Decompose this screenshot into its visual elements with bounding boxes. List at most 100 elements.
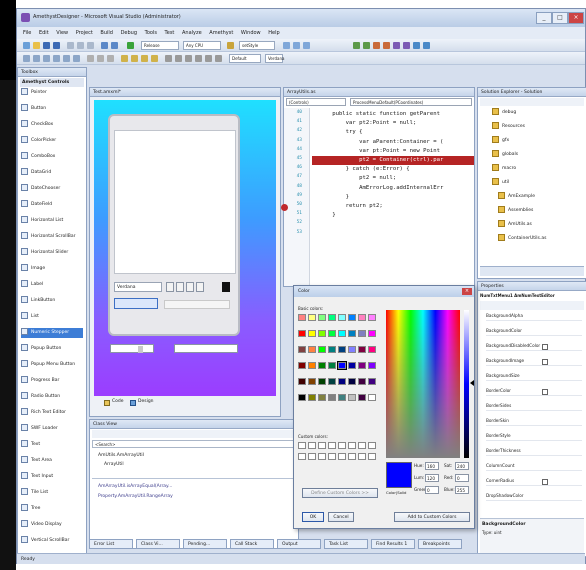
menu-test[interactable]: Test [165, 27, 175, 39]
basic-color-swatch[interactable] [358, 346, 366, 353]
define-custom-colors-button[interactable]: Define Custom Colors >> [302, 488, 378, 498]
toolbox-item[interactable]: DateField [21, 200, 83, 210]
basic-color-swatch[interactable] [328, 394, 336, 401]
toolbox-item[interactable]: Text Area [21, 456, 83, 466]
menu-analyze[interactable]: Analyze [182, 27, 202, 39]
menu-file[interactable]: File [23, 27, 31, 39]
property-row[interactable]: BackgroundDisabledColor [486, 342, 582, 352]
solution-tree-item[interactable]: debug [492, 108, 516, 118]
basic-color-swatch[interactable] [348, 362, 356, 369]
design-view-label[interactable]: Design [138, 399, 154, 404]
luminance-pointer-icon[interactable] [470, 380, 474, 386]
cancel-button[interactable]: Cancel [328, 512, 354, 522]
custom-color-swatch[interactable] [308, 453, 316, 460]
custom-color-swatch[interactable] [328, 453, 336, 460]
basic-color-swatch[interactable] [298, 394, 306, 401]
basic-color-swatch[interactable] [308, 330, 316, 337]
menu-help[interactable]: Help [268, 27, 279, 39]
property-checkbox[interactable] [542, 359, 548, 365]
close-button[interactable]: × [568, 12, 584, 24]
align-top-icon[interactable] [53, 55, 60, 62]
color-field-input[interactable]: 160 [425, 462, 439, 470]
basic-color-swatch[interactable] [328, 330, 336, 337]
solution-tree-item[interactable]: AmExample [498, 192, 535, 202]
toolbar-icon[interactable] [283, 42, 290, 49]
style-select[interactable]: Default [229, 54, 261, 63]
property-row[interactable]: DropShadowColor [486, 492, 582, 502]
start-debug-icon[interactable] [127, 42, 134, 49]
configuration-select[interactable]: Release [141, 41, 179, 50]
design-surface[interactable]: Verdana [94, 100, 276, 396]
basic-color-swatch[interactable] [318, 362, 326, 369]
color-field-input[interactable]: 120 [425, 474, 439, 482]
ok-button[interactable]: OK [302, 512, 324, 522]
toolbar-icon[interactable] [413, 42, 420, 49]
align-center-icon[interactable] [33, 55, 40, 62]
basic-color-swatch[interactable] [298, 330, 306, 337]
solution-tree-item[interactable]: AmUtils.as [498, 220, 532, 230]
editor-type-nav[interactable]: (Controls) [286, 98, 346, 106]
save-icon[interactable] [43, 42, 50, 49]
custom-color-swatch[interactable] [358, 442, 366, 449]
color-field-input[interactable]: 0 [455, 474, 469, 482]
format-icon[interactable] [185, 55, 192, 62]
align-bottom-icon[interactable] [73, 55, 80, 62]
align-left-icon[interactable] [23, 55, 30, 62]
basic-color-swatch[interactable] [298, 314, 306, 321]
bottom-tab[interactable]: Find Results 1 [371, 539, 415, 549]
toolbox-item[interactable]: ComboBox [21, 152, 83, 162]
solution-tree-item[interactable]: Assemblies [498, 206, 533, 216]
basic-color-swatch[interactable] [338, 378, 346, 385]
basic-color-swatch[interactable] [348, 346, 356, 353]
basic-color-swatch[interactable] [337, 361, 347, 370]
basic-color-swatch[interactable] [328, 378, 336, 385]
property-row[interactable]: BorderThickness [486, 447, 582, 457]
bottom-tab[interactable]: Output [277, 539, 321, 549]
toolbar-icon[interactable] [393, 42, 400, 49]
toolbox-item[interactable]: Progress Bar [21, 376, 83, 386]
format-icon[interactable] [205, 55, 212, 62]
toolbar-icon[interactable] [383, 42, 390, 49]
format-icon[interactable] [165, 55, 172, 62]
designer-tab[interactable]: Test.amxml* [90, 88, 280, 97]
basic-color-swatch[interactable] [298, 346, 306, 353]
bottom-tab[interactable]: Call Stack [230, 539, 274, 549]
menu-amethyst[interactable]: Amethyst [209, 27, 233, 39]
basic-color-swatch[interactable] [368, 346, 376, 353]
align-middle-icon[interactable] [63, 55, 70, 62]
basic-color-swatch[interactable] [368, 330, 376, 337]
basic-color-swatch[interactable] [358, 330, 366, 337]
property-checkbox[interactable] [542, 389, 548, 395]
custom-color-swatch[interactable] [348, 442, 356, 449]
format-button[interactable] [166, 282, 174, 292]
property-checkbox[interactable] [542, 479, 548, 485]
toolbox-item[interactable]: ColorPicker [21, 136, 83, 146]
basic-color-swatch[interactable] [338, 394, 346, 401]
size-height-icon[interactable] [97, 55, 104, 62]
class-member-item[interactable]: AmArrayUtil.isArrayEqual(Array... [98, 484, 172, 489]
custom-color-swatch[interactable] [318, 442, 326, 449]
property-row[interactable]: BackgroundAlpha [486, 312, 582, 322]
toolbar-icon[interactable] [363, 42, 370, 49]
text-style-buttons[interactable] [114, 298, 158, 309]
menu-edit[interactable]: Edit [39, 27, 49, 39]
new-project-icon[interactable] [23, 42, 30, 49]
color-field-input[interactable]: 255 [455, 486, 469, 494]
color-field-input[interactable]: 240 [455, 462, 469, 470]
toolbox-item[interactable]: Pointer [21, 88, 83, 98]
custom-color-swatch[interactable] [338, 453, 346, 460]
toolbox-item[interactable]: Text [21, 440, 83, 450]
toolbox-item[interactable]: Text Input [21, 472, 83, 482]
toolbox-item[interactable]: Tree [21, 504, 83, 514]
basic-color-swatch[interactable] [348, 330, 356, 337]
toolbox-item[interactable]: Tile List [21, 488, 83, 498]
numeric-stepper-icon[interactable] [138, 346, 143, 353]
align-right-icon[interactable] [43, 55, 50, 62]
text-input[interactable] [174, 344, 238, 353]
custom-color-swatch[interactable] [308, 442, 316, 449]
toolbox-item[interactable]: Popup Button [21, 344, 83, 354]
toolbox-item[interactable]: Label [21, 280, 83, 290]
luminance-slider[interactable] [464, 310, 469, 458]
basic-color-swatch[interactable] [368, 314, 376, 321]
basic-color-swatch[interactable] [298, 362, 306, 369]
